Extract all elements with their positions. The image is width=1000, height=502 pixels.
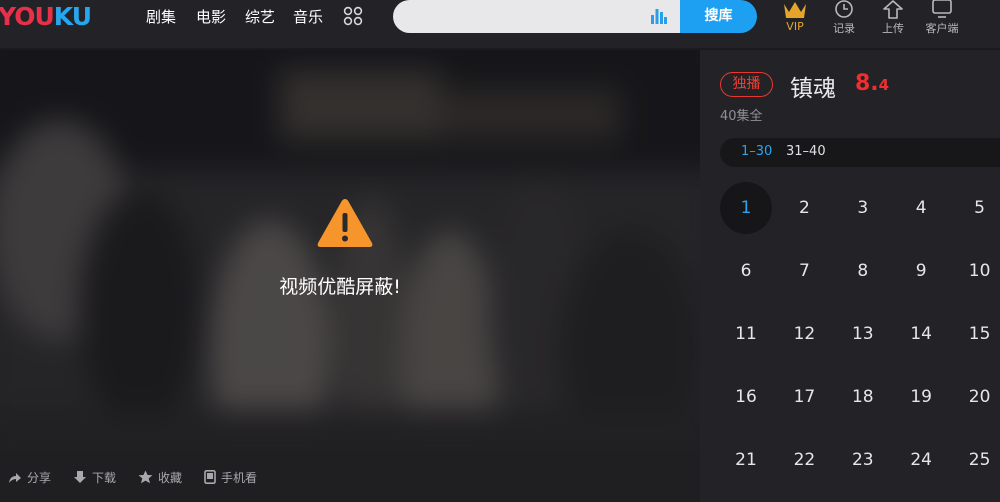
history-button[interactable]: 记录 [819, 0, 869, 36]
search-input[interactable] [393, 0, 680, 33]
episode-button[interactable]: 22 [778, 434, 830, 486]
share-icon [9, 473, 21, 483]
tab-range-31-40[interactable]: 31–40 [786, 144, 826, 159]
monitor-icon [932, 0, 952, 18]
vip-button[interactable]: VIP [770, 0, 820, 33]
tab-range-1-30[interactable]: 1–30 [741, 144, 772, 159]
episode-button[interactable]: 18 [837, 371, 889, 423]
episode-button[interactable]: 7 [778, 245, 830, 297]
download-icon [74, 471, 86, 483]
episode-panel: 独播 镇魂 8.4 40集全 1–30 31–40 1 2 3 4 5 6 7 8 9 10 11 1… [700, 50, 1000, 502]
episode-button[interactable]: 12 [778, 308, 830, 360]
share-label: 分享 [27, 471, 52, 485]
show-score: 8.4 [855, 71, 889, 96]
episode-button[interactable]: 16 [720, 371, 772, 423]
nav-item-music[interactable]: 音乐 [293, 6, 323, 27]
favorite-label: 收藏 [158, 471, 183, 485]
star-icon [138, 470, 153, 484]
episode-button[interactable]: 8 [837, 245, 889, 297]
episode-button[interactable]: 9 [895, 245, 947, 297]
nav-item-variety[interactable]: 综艺 [245, 6, 275, 27]
search-button[interactable]: 搜库 [680, 0, 757, 33]
youku-logo[interactable]: YOUKU [0, 2, 92, 31]
episode-button[interactable]: 4 [895, 182, 947, 234]
video-player[interactable]: 视频优酷屏蔽! [0, 50, 700, 450]
episode-button[interactable]: 2 [778, 182, 830, 234]
history-label: 记录 [833, 22, 855, 35]
top-nav-bar: YOUKU 剧集 电影 综艺 音乐 搜库 VIP 记录 上传 客户端 [0, 0, 1000, 48]
share-button[interactable]: 分享 [8, 469, 51, 486]
exclusive-badge: 独播 [720, 72, 773, 97]
mobile-watch-label: 手机看 [221, 471, 258, 485]
episode-button[interactable]: 10 [954, 245, 1000, 297]
episode-button[interactable]: 24 [895, 434, 947, 486]
upload-label: 上传 [882, 22, 904, 35]
episode-button[interactable]: 19 [895, 371, 947, 423]
episode-button[interactable]: 23 [837, 434, 889, 486]
crown-icon [784, 2, 806, 18]
score-integer: 8. [855, 71, 879, 96]
episode-button[interactable]: 3 [837, 182, 889, 234]
episode-button[interactable]: 21 [720, 434, 772, 486]
app-root: YOUKU 剧集 电影 综艺 音乐 搜库 VIP 记录 上传 客户端 视频优酷屏… [0, 0, 1000, 502]
episode-button[interactable]: 14 [895, 308, 947, 360]
client-app-label: 客户端 [925, 22, 959, 35]
clock-icon [835, 0, 853, 18]
client-app-button[interactable]: 客户端 [917, 0, 967, 36]
episode-button[interactable]: 6 [720, 245, 772, 297]
upload-icon [883, 0, 903, 19]
episode-count: 40集全 [720, 109, 763, 124]
warning-icon [317, 199, 373, 247]
video-dim-overlay [0, 50, 700, 450]
upload-button[interactable]: 上传 [868, 0, 918, 36]
episode-button[interactable]: 20 [954, 371, 1000, 423]
vip-label: VIP [786, 20, 804, 33]
episode-range-tabs: 1–30 31–40 [720, 138, 1000, 167]
episode-button[interactable]: 5 [954, 182, 1000, 234]
episode-button[interactable]: 25 [954, 434, 1000, 486]
voice-search-icon[interactable] [651, 6, 667, 24]
player-action-bar: 分享 下载 收藏 手机看 [0, 450, 700, 502]
download-label: 下载 [92, 471, 117, 485]
score-decimal: 4 [878, 76, 890, 94]
show-title[interactable]: 镇魂 [790, 69, 836, 103]
download-button[interactable]: 下载 [73, 469, 116, 486]
mobile-watch-button[interactable]: 手机看 [204, 469, 257, 486]
episode-button[interactable]: 17 [778, 371, 830, 423]
apps-grid-icon[interactable] [343, 6, 363, 26]
phone-icon [204, 470, 216, 484]
nav-item-series[interactable]: 剧集 [146, 6, 176, 27]
episode-button[interactable]: 1 [720, 182, 772, 234]
favorite-button[interactable]: 收藏 [138, 469, 182, 486]
blocked-message: 视频优酷屏蔽! [279, 276, 401, 298]
episode-button[interactable]: 11 [720, 308, 772, 360]
nav-item-movies[interactable]: 电影 [196, 6, 226, 27]
episode-button[interactable]: 13 [837, 308, 889, 360]
episode-button[interactable]: 15 [954, 308, 1000, 360]
